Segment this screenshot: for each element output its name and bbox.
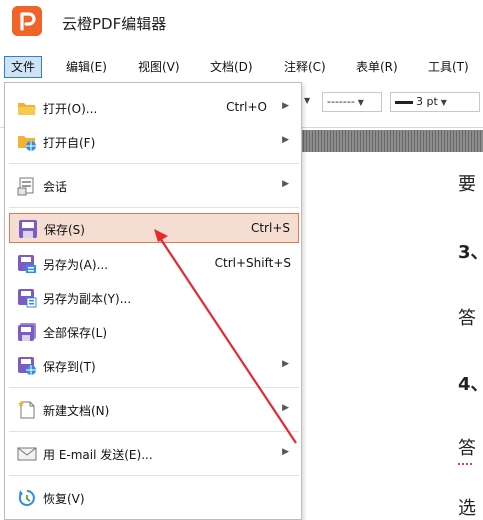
save-all-icon [17,322,37,342]
save-to-icon [17,356,37,376]
save-icon [18,219,38,239]
menu-item-new-document[interactable]: 新建文档(N) ▶ [9,395,299,425]
menu-item-save-all[interactable]: 全部保存(L) [9,317,299,347]
menu-item-label: 另存为(A)... [43,258,109,272]
menu-item-label: 新建文档(N) [43,404,110,418]
menu-item-shortcut: Ctrl+O [226,100,267,114]
menu-item-session[interactable]: 会话 ▶ [9,171,299,201]
doc-text-line: 答 [458,438,476,459]
chevron-right-icon: ▶ [282,101,289,111]
menu-item-label: 另存为副本(Y)... [43,292,132,306]
doc-text-line: 4、 [458,374,483,395]
restore-icon [17,488,37,508]
doc-text-line: 3、 [458,242,483,263]
session-icon [17,176,37,196]
menu-bar: 文件 编辑(E) 视图(V) 文档(D) 注释(C) 表单(R) 工具(T) [0,52,483,80]
chevron-right-icon: ▶ [282,179,289,189]
menu-separator [9,163,299,164]
spellcheck-underline [458,462,472,465]
menu-item-label: 打开(O)... [43,102,98,116]
new-document-icon [17,400,37,420]
title-bar: 云橙PDF编辑器 [0,0,483,46]
document-page [300,152,483,520]
line-sample-icon [395,100,413,104]
chevron-right-icon: ▶ [282,447,289,457]
open-from-icon [17,132,37,152]
menu-separator [9,431,299,432]
menu-item-save[interactable]: 保存(S) Ctrl+S [9,213,299,243]
chevron-right-icon: ▶ [282,135,289,145]
menu-item-label: 保存(S) [44,223,85,237]
chevron-right-icon: ▶ [282,403,289,413]
menu-view[interactable]: 视图(V) [132,56,186,78]
file-menu: 打开(O)... Ctrl+O ▶ 打开自(F) ▶ 会话 ▶ 保存(S) Ct… [4,82,302,520]
doc-text-line: 要 [458,174,476,195]
menu-item-label: 保存到(T) [43,360,96,374]
doc-text-line: 答 [458,308,476,329]
menu-item-shortcut: Ctrl+S [250,221,290,235]
menu-item-label: 全部保存(L) [43,326,108,340]
menu-item-label: 会话 [43,180,68,194]
line-width-value: 3 pt [416,95,438,108]
menu-file[interactable]: 文件 [4,56,43,78]
app-logo-icon [12,6,42,36]
doc-text-line: 选 [458,498,476,519]
menu-item-restore[interactable]: 恢复(V) [9,483,299,513]
menu-tools[interactable]: 工具(T) [422,56,475,78]
menu-comment[interactable]: 注释(C) [278,56,332,78]
menu-item-email[interactable]: 用 E-mail 发送(E)... ▶ [9,439,299,469]
menu-item-label: 打开自(F) [43,136,96,150]
menu-item-save-as[interactable]: 另存为(A)... Ctrl+Shift+S [9,249,299,279]
line-width-combo[interactable]: 3 pt ▼ [390,92,480,112]
menu-separator [9,207,299,208]
menu-document[interactable]: 文档(D) [204,56,259,78]
menu-item-open-from[interactable]: 打开自(F) ▶ [9,127,299,157]
menu-item-label: 用 E-mail 发送(E)... [43,448,153,462]
menu-item-save-copy[interactable]: 另存为副本(Y)... [9,283,299,313]
dash-style-value: ------- [327,95,355,108]
menu-item-shortcut: Ctrl+Shift+S [214,256,291,270]
chevron-down-icon[interactable]: ▼ [304,96,310,105]
menu-separator [9,475,299,476]
save-copy-icon [17,288,37,308]
open-folder-icon [17,98,37,118]
menu-edit[interactable]: 编辑(E) [60,56,113,78]
menu-item-label: 恢复(V) [43,492,85,506]
save-as-icon [17,254,37,274]
menu-separator [9,387,299,388]
menu-form[interactable]: 表单(R) [350,56,404,78]
email-icon [17,444,37,464]
app-title: 云橙PDF编辑器 [62,15,167,33]
chevron-right-icon: ▶ [282,359,289,369]
menu-item-save-to[interactable]: 保存到(T) ▶ [9,351,299,381]
ruler [300,130,483,152]
chevron-down-icon: ▼ [357,98,364,107]
dash-style-combo[interactable]: ------- ▼ [322,92,382,112]
chevron-down-icon: ▼ [440,98,447,107]
menu-item-open[interactable]: 打开(O)... Ctrl+O ▶ [9,93,299,123]
